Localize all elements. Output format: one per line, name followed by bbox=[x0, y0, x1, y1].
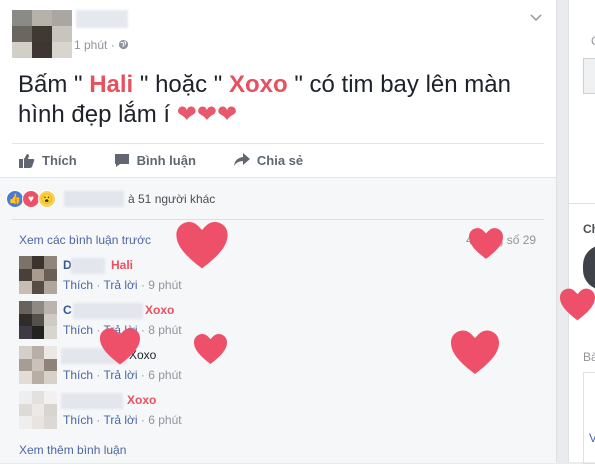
comment-item: Xoxo Thích · Trả lời · 6 phút bbox=[19, 391, 539, 431]
comment-reply-link[interactable]: Trả lời bbox=[103, 368, 137, 382]
view-more-comments-link[interactable]: Xem thêm bình luận bbox=[19, 443, 126, 457]
commenter-name-blurred[interactable] bbox=[61, 393, 123, 409]
commenter-name[interactable]: C bbox=[63, 303, 72, 317]
commenter-name-blurred[interactable] bbox=[73, 303, 143, 319]
post-hearts-emoji: ❤❤❤ bbox=[176, 101, 238, 128]
comment-text: Xoxo bbox=[145, 303, 175, 317]
globe-icon bbox=[118, 39, 129, 50]
floating-heart-icon bbox=[176, 222, 228, 269]
reaction-count-text[interactable]: à 51 người khác bbox=[128, 192, 215, 206]
thumbs-up-icon bbox=[19, 153, 35, 168]
author-avatar[interactable] bbox=[12, 10, 72, 58]
share-label: Chia sẻ bbox=[256, 152, 304, 168]
post-text: Bấm " Hali " hoặc " Xoxo " có tim bay lê… bbox=[18, 70, 538, 130]
floating-heart-icon bbox=[451, 330, 499, 374]
comment-button[interactable]: Bình luận bbox=[114, 153, 196, 168]
sidebar-input-box[interactable] bbox=[583, 58, 595, 94]
sidebar-panel bbox=[583, 372, 595, 464]
like-label: Thích bbox=[42, 152, 77, 168]
comment-reply-link[interactable]: Trả lời bbox=[103, 278, 137, 292]
like-button[interactable]: Thích bbox=[19, 153, 77, 168]
comment-label: Bình luận bbox=[136, 152, 196, 168]
post-options-chevron-icon[interactable] bbox=[530, 10, 542, 25]
share-button[interactable]: Chia sẻ bbox=[233, 153, 303, 168]
comment-like-link[interactable]: Thích bbox=[63, 278, 93, 292]
comments-section: 👍 ♥ 😮 à 51 người khác Xem các bình luận … bbox=[0, 177, 556, 463]
post-timestamp[interactable]: 1 phút · bbox=[74, 38, 129, 52]
post-text-part: " hoặc " bbox=[133, 71, 229, 98]
view-previous-comments-link[interactable]: Xem các bình luận trước bbox=[19, 233, 151, 247]
floating-heart-icon bbox=[469, 228, 503, 259]
post-time[interactable]: 1 phút bbox=[74, 38, 107, 52]
comment-like-link[interactable]: Thích bbox=[63, 413, 93, 427]
sidebar-text: Bà bbox=[583, 350, 595, 364]
commenter-avatar[interactable] bbox=[19, 256, 57, 294]
comment-reply-link[interactable]: Trả lời bbox=[103, 413, 137, 427]
commenter-avatar[interactable] bbox=[19, 391, 57, 429]
comment-meta: Thích · Trả lời · 6 phút bbox=[63, 413, 182, 427]
comment-meta: Thích · Trả lời · 9 phút bbox=[63, 278, 182, 292]
share-arrow-icon bbox=[233, 153, 250, 166]
floating-heart-icon bbox=[560, 288, 595, 321]
comment-time[interactable]: 9 phút bbox=[148, 278, 181, 292]
comment-time[interactable]: 8 phút bbox=[148, 323, 181, 337]
sidebar-heading: Ch bbox=[583, 222, 595, 236]
post-action-bar: Thích Bình luận Chia sẻ bbox=[12, 143, 544, 176]
comment-icon bbox=[114, 153, 129, 167]
comment-item: D Hali Thích · Trả lời · 9 phút bbox=[19, 256, 539, 296]
right-sidebar: G Ch Bà V bbox=[568, 0, 595, 464]
post-text-part: Bấm " bbox=[18, 71, 90, 98]
reaction-summary[interactable]: 👍 ♥ 😮 à 51 người khác bbox=[6, 190, 215, 208]
sidebar-avatar[interactable] bbox=[583, 245, 595, 290]
comment-time[interactable]: 6 phút bbox=[148, 368, 181, 382]
post-text-hali: Hali bbox=[89, 71, 134, 98]
floating-heart-icon bbox=[100, 328, 140, 365]
separator-dot: · bbox=[110, 38, 115, 52]
comment-text: Xoxo bbox=[127, 393, 157, 407]
sidebar-link[interactable]: V bbox=[589, 431, 595, 445]
reactor-names-blurred bbox=[64, 191, 124, 207]
sidebar-text: G bbox=[591, 34, 595, 48]
comment-meta: Thích · Trả lời · 6 phút bbox=[63, 368, 182, 382]
comment-text: Hali bbox=[111, 258, 134, 272]
commenter-avatar[interactable] bbox=[19, 346, 57, 384]
wow-reaction-icon: 😮 bbox=[38, 190, 56, 208]
post-card: 1 phút · Bấm " Hali " hoặc " Xoxo " có t… bbox=[0, 0, 557, 463]
floating-heart-icon bbox=[194, 334, 227, 364]
comment-like-link[interactable]: Thích bbox=[63, 323, 93, 337]
divider bbox=[12, 219, 544, 220]
commenter-avatar[interactable] bbox=[19, 301, 57, 339]
comment-like-link[interactable]: Thích bbox=[63, 368, 93, 382]
comment-time[interactable]: 6 phút bbox=[148, 413, 181, 427]
commenter-name-blurred[interactable] bbox=[71, 258, 105, 274]
divider bbox=[569, 203, 595, 204]
author-name-blurred[interactable] bbox=[76, 10, 128, 28]
post-text-xoxo: Xoxo bbox=[228, 71, 288, 98]
